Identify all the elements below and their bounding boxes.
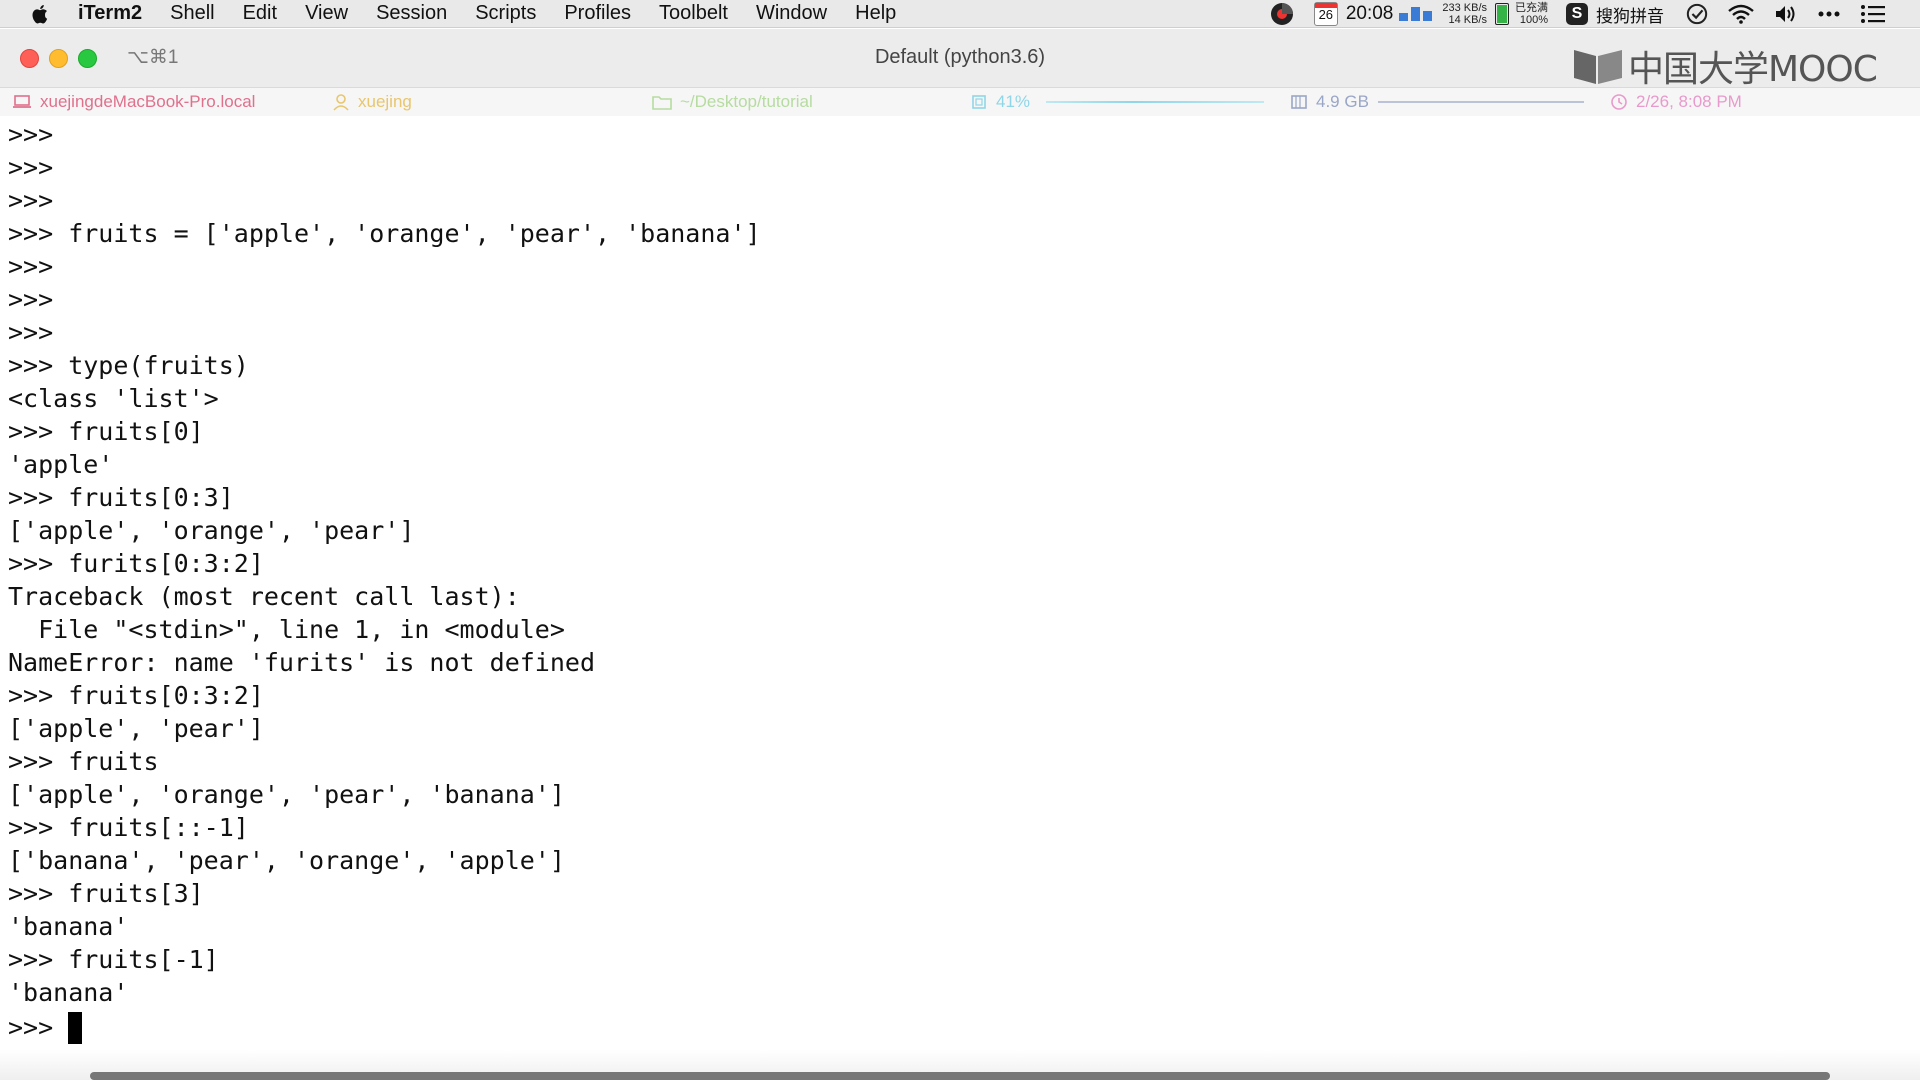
screen-recorder-icon[interactable] xyxy=(1270,2,1294,26)
terminal-line: >>> fruits = ['apple', 'orange', 'pear',… xyxy=(8,219,761,248)
terminal-line: >>> fruits[3] xyxy=(8,879,204,908)
terminal-line: 'banana' xyxy=(8,978,129,1007)
terminal-prompt-line[interactable]: >>> xyxy=(8,1011,68,1044)
memory-icon xyxy=(1291,95,1307,109)
terminal-line: >>> fruits[::-1] xyxy=(8,813,249,842)
menu-help[interactable]: Help xyxy=(855,2,896,25)
window-titlebar: ⌥⌘1 Default (python3.6) 中国大学MOOC xyxy=(0,29,1920,90)
cpu-chip-icon xyxy=(972,95,986,109)
terminal-line: >>> xyxy=(8,186,54,215)
memory-sparkline xyxy=(1378,101,1584,103)
terminal-line: >>> fruits[0:3] xyxy=(8,483,234,512)
status-host[interactable]: xuejingdeMacBook-Pro.local xyxy=(12,92,255,112)
mooc-logo-text: 中国大学MOOC xyxy=(1628,49,1878,90)
battery-percent: 100% xyxy=(1519,14,1548,26)
terminal-line: >>> xyxy=(8,120,54,149)
menu-scripts[interactable]: Scripts xyxy=(475,2,536,25)
menu-app-iterm2[interactable]: iTerm2 xyxy=(78,2,142,25)
terminal-line: ['banana', 'pear', 'orange', 'apple'] xyxy=(8,846,565,875)
notification-center-icon[interactable] xyxy=(1860,4,1886,24)
laptop-icon xyxy=(13,95,31,108)
cpu-sparkline xyxy=(1046,101,1264,103)
folder-icon xyxy=(652,96,672,110)
status-cpu-label: 41% xyxy=(996,92,1031,111)
status-clock[interactable]: 2/26, 8:08 PM xyxy=(1610,92,1742,112)
status-memory-label: 4.9 GB xyxy=(1316,92,1369,111)
user-icon xyxy=(333,94,349,111)
menu-shell[interactable]: Shell xyxy=(170,2,214,25)
more-icon[interactable] xyxy=(1818,11,1840,17)
horizontal-scrollbar[interactable] xyxy=(90,1072,1830,1080)
terminal-line: Traceback (most recent call last): xyxy=(8,582,520,611)
status-directory-label: ~/Desktop/tutorial xyxy=(680,92,813,111)
menu-extras: 26 20:08 233 KB/s 14 KB/s 已充满 100% S 搜狗拼… xyxy=(1270,0,1920,28)
terminal-line: 'banana' xyxy=(8,912,129,941)
terminal-line: >>> type(fruits) xyxy=(8,351,249,380)
status-memory[interactable]: 4.9 GB xyxy=(1290,92,1369,112)
terminal-line: >>> xyxy=(8,252,54,281)
volume-icon[interactable] xyxy=(1774,4,1798,24)
battery-status-label: 已充满 xyxy=(1515,2,1548,14)
status-user-label: xuejing xyxy=(358,92,412,111)
status-directory[interactable]: ~/Desktop/tutorial xyxy=(652,92,813,112)
battery-icon[interactable] xyxy=(1495,3,1509,25)
terminal-cursor xyxy=(68,1012,82,1044)
terminal-line: >>> xyxy=(8,153,54,182)
wifi-icon[interactable] xyxy=(1728,4,1754,24)
terminal-line: ['apple', 'pear'] xyxy=(8,714,264,743)
terminal-line: >>> fruits[-1] xyxy=(8,945,219,974)
battery-status[interactable]: 已充满 100% xyxy=(1515,2,1548,26)
terminal-line: >>> xyxy=(8,285,54,314)
terminal-line: >>> fruits xyxy=(8,747,159,776)
menu-edit[interactable]: Edit xyxy=(243,2,277,25)
menu-bar: iTerm2 Shell Edit View Session Scripts P… xyxy=(0,0,1920,28)
terminal-line: >>> fruits[0:3:2] xyxy=(8,681,264,710)
terminal-line: >>> xyxy=(8,318,54,347)
mooc-watermark: 中国大学MOOC xyxy=(1572,40,1878,92)
status-user[interactable]: xuejing xyxy=(332,92,412,112)
apple-icon[interactable] xyxy=(30,3,52,25)
terminal-line: >>> furits[0:3:2] xyxy=(8,549,264,578)
ime-label[interactable]: 搜狗拼音 xyxy=(1596,2,1664,27)
terminal-line: 'apple' xyxy=(8,450,114,479)
mooc-book-icon xyxy=(1574,50,1622,84)
terminal-line: ['apple', 'orange', 'pear'] xyxy=(8,516,415,545)
terminal-line: <class 'list'> xyxy=(8,384,219,413)
status-cpu[interactable]: 41% xyxy=(970,92,1030,112)
menu-profiles[interactable]: Profiles xyxy=(564,2,631,25)
menu-toolbelt[interactable]: Toolbelt xyxy=(659,2,728,25)
terminal-line: ['apple', 'orange', 'pear', 'banana'] xyxy=(8,780,565,809)
terminal-output[interactable]: >>> >>> >>> >>> fruits = ['apple', 'oran… xyxy=(0,118,1920,1048)
terminal-line: NameError: name 'furits' is not defined xyxy=(8,648,595,677)
net-down-speed: 14 KB/s xyxy=(1448,14,1487,26)
cpu-meter-icon[interactable] xyxy=(1399,7,1433,21)
menu-window[interactable]: Window xyxy=(756,2,827,25)
status-host-label: xuejingdeMacBook-Pro.local xyxy=(40,92,256,111)
menu-clock[interactable]: 20:08 xyxy=(1346,3,1394,25)
menu-view[interactable]: View xyxy=(305,2,348,25)
terminal-line: File "<stdin>", line 1, in <module> xyxy=(8,615,565,644)
iterm-status-bar: xuejingdeMacBook-Pro.local xuejing ~/Des… xyxy=(0,88,1920,116)
menu-session[interactable]: Session xyxy=(376,2,447,25)
clock-icon xyxy=(1611,94,1627,110)
calendar-icon[interactable]: 26 xyxy=(1313,2,1338,26)
network-speed[interactable]: 233 KB/s 14 KB/s xyxy=(1442,2,1487,26)
check-badge-icon[interactable] xyxy=(1686,3,1708,25)
status-datetime-label: 2/26, 8:08 PM xyxy=(1636,92,1742,111)
net-up-speed: 233 KB/s xyxy=(1442,2,1487,14)
sogou-ime-icon[interactable]: S xyxy=(1566,3,1588,25)
terminal-line: >>> fruits[0] xyxy=(8,417,204,446)
